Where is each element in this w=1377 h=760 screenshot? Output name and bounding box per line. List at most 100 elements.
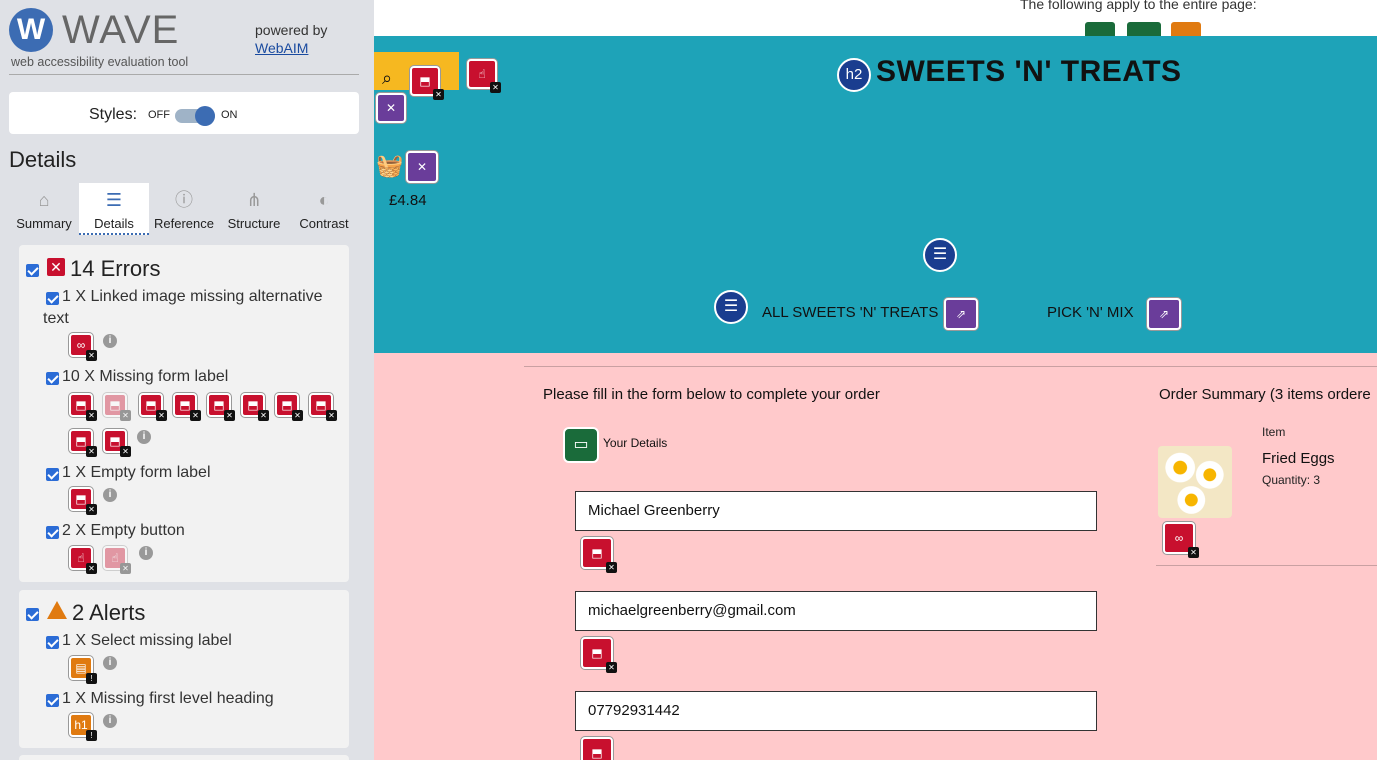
empty-button-icon[interactable]: ☝ ✕ bbox=[103, 546, 131, 574]
aria-icon[interactable]: ✕ bbox=[406, 151, 438, 183]
text-icon[interactable] bbox=[1127, 22, 1161, 36]
warning-icon bbox=[47, 601, 67, 619]
error-item-text: 1 X Empty form label bbox=[62, 464, 211, 481]
info-icon[interactable]: i bbox=[103, 488, 117, 502]
alert-item-text: 1 X Missing first level heading bbox=[62, 690, 274, 707]
missing-label-icon[interactable]: ⬒✕ bbox=[173, 393, 201, 421]
errors-title: 14 Errors bbox=[70, 256, 161, 281]
hierarchy-icon: ⋔ bbox=[246, 190, 262, 210]
missing-label-icon[interactable]: ⬒✕ bbox=[207, 393, 235, 421]
redundant-link-icon[interactable]: ⇗ bbox=[944, 298, 978, 330]
info-icon[interactable]: i bbox=[137, 430, 151, 444]
alerts-title: 2 Alerts bbox=[72, 600, 146, 625]
item-quantity: Quantity: 3 bbox=[1262, 473, 1321, 487]
missing-alt-icon[interactable]: ∞ ✕ bbox=[1163, 522, 1199, 558]
missing-label-icon[interactable]: ⬒✕ bbox=[69, 429, 97, 457]
error-item-text: 1 X Linked image missing alternative tex… bbox=[43, 288, 323, 327]
list-structure-icon[interactable]: ☰ bbox=[923, 238, 957, 272]
empty-button-icon[interactable]: ☝ ✕ bbox=[467, 59, 501, 93]
next-panel bbox=[19, 755, 349, 760]
info-icon[interactable]: i bbox=[103, 714, 117, 728]
basket-icon[interactable]: 🧺 bbox=[376, 153, 403, 179]
info-icon[interactable]: i bbox=[103, 656, 117, 670]
language-icon[interactable] bbox=[1085, 22, 1115, 36]
nav-link-pick-n-mix[interactable]: PICK 'N' MIX bbox=[1047, 304, 1134, 321]
info-icon: ⓘ bbox=[175, 190, 193, 210]
item-checkbox[interactable] bbox=[46, 526, 59, 539]
item-checkbox[interactable] bbox=[46, 468, 59, 481]
h1-alert-icon[interactable] bbox=[1171, 22, 1201, 36]
item-checkbox[interactable] bbox=[46, 694, 59, 707]
page-level-text: The following apply to the entire page: bbox=[1020, 0, 1257, 12]
error-item-text: 10 X Missing form label bbox=[62, 368, 229, 385]
tab-label: Structure bbox=[227, 216, 281, 231]
missing-label-icon[interactable]: ⬒✕ bbox=[139, 393, 167, 421]
item-column-header: Item bbox=[1262, 425, 1286, 439]
missing-label-icon[interactable]: ⬒✕ bbox=[309, 393, 337, 421]
tab-reference[interactable]: ⓘ Reference bbox=[149, 183, 219, 235]
search-icon[interactable]: ⌕ bbox=[382, 68, 392, 89]
name-field[interactable]: Michael Greenberry bbox=[575, 491, 1097, 531]
product-image bbox=[1158, 446, 1232, 518]
your-details-legend: Your Details bbox=[603, 436, 668, 450]
missing-h1-icon[interactable]: h1! bbox=[69, 713, 97, 741]
redundant-link-icon[interactable]: ⇗ bbox=[1147, 298, 1181, 330]
tab-label: Summary bbox=[16, 216, 72, 231]
missing-label-icon[interactable]: ⬒✕ bbox=[581, 537, 617, 573]
nav-link-all-sweets[interactable]: ALL SWEETS 'N' TREATS bbox=[762, 304, 938, 321]
item-name: Fried Eggs bbox=[1262, 450, 1335, 467]
tab-contrast[interactable]: ◐ Contrast bbox=[289, 183, 359, 235]
error-item-text: 2 X Empty button bbox=[62, 522, 185, 539]
page-preview: The following apply to the entire page: … bbox=[374, 0, 1377, 760]
alert-item-text: 1 X Select missing label bbox=[62, 632, 232, 649]
info-icon[interactable]: i bbox=[139, 546, 153, 560]
missing-label-icon[interactable]: ⬒✕ bbox=[241, 393, 269, 421]
wave-logo-text: WAVE bbox=[62, 8, 180, 52]
email-field[interactable]: michaelgreenberry@gmail.com bbox=[575, 591, 1097, 631]
tab-structure[interactable]: ⋔ Structure bbox=[219, 183, 289, 235]
phone-field[interactable]: 07792931442 bbox=[575, 691, 1097, 731]
missing-label-icon[interactable]: ⬒✕ bbox=[103, 393, 131, 421]
tab-details[interactable]: ☰ Details bbox=[79, 183, 149, 235]
divider bbox=[1156, 565, 1377, 566]
site-title: SWEETS 'N' TREATS bbox=[876, 55, 1182, 88]
tab-label: Details bbox=[94, 216, 134, 231]
basket-total[interactable]: £4.84 bbox=[389, 192, 427, 209]
styles-on-label: ON bbox=[221, 109, 238, 121]
wave-sidebar: W WAVE web accessibility evaluation tool… bbox=[0, 0, 374, 760]
tab-label: Reference bbox=[154, 216, 214, 231]
empty-button-icon[interactable]: ☝ ✕ bbox=[69, 546, 97, 574]
styles-label: Styles: bbox=[89, 106, 138, 123]
list-icon: ☰ bbox=[105, 190, 123, 210]
h2-structure-icon[interactable]: h2 bbox=[837, 58, 871, 92]
tab-label: Contrast bbox=[299, 216, 349, 231]
missing-label-icon[interactable]: ⬒✕ bbox=[275, 393, 303, 421]
errors-checkbox[interactable] bbox=[26, 264, 39, 277]
aria-icon[interactable]: ✕ bbox=[376, 93, 406, 123]
alerts-checkbox[interactable] bbox=[26, 608, 39, 621]
webaim-link[interactable]: WebAIM bbox=[255, 40, 308, 56]
linked-image-error-icon[interactable]: ∞ ✕ bbox=[69, 333, 97, 361]
styles-off-label: OFF bbox=[148, 109, 170, 121]
item-checkbox[interactable] bbox=[46, 636, 59, 649]
wave-tagline: web accessibility evaluation tool bbox=[11, 55, 189, 69]
powered-by-text: powered by bbox=[255, 22, 328, 38]
order-summary-heading: Order Summary (3 items ordere bbox=[1159, 386, 1371, 403]
home-icon: ⌂ bbox=[38, 190, 50, 210]
missing-label-icon[interactable]: ⬒✕ bbox=[581, 637, 617, 673]
wave-logo-icon: W bbox=[9, 8, 53, 52]
fieldset-icon[interactable]: ▭ bbox=[563, 427, 599, 463]
info-icon[interactable]: i bbox=[103, 334, 117, 348]
missing-label-icon[interactable]: ⬒✕ bbox=[69, 393, 97, 421]
error-icon: ✕ bbox=[47, 258, 65, 276]
tab-summary[interactable]: ⌂ Summary bbox=[9, 183, 79, 235]
missing-label-icon[interactable]: ⬒✕ bbox=[581, 737, 613, 760]
details-heading: Details bbox=[9, 147, 77, 172]
styles-toggle-knob[interactable] bbox=[195, 106, 215, 126]
missing-label-icon[interactable]: ⬒✕ bbox=[410, 66, 444, 100]
item-checkbox[interactable] bbox=[46, 372, 59, 385]
select-missing-label-icon[interactable]: ▤! bbox=[69, 656, 97, 684]
missing-label-icon[interactable]: ⬒✕ bbox=[103, 429, 131, 457]
empty-label-icon[interactable]: ⬒ ✕ bbox=[69, 487, 97, 515]
list-item-structure-icon[interactable]: ☰ bbox=[714, 290, 748, 324]
